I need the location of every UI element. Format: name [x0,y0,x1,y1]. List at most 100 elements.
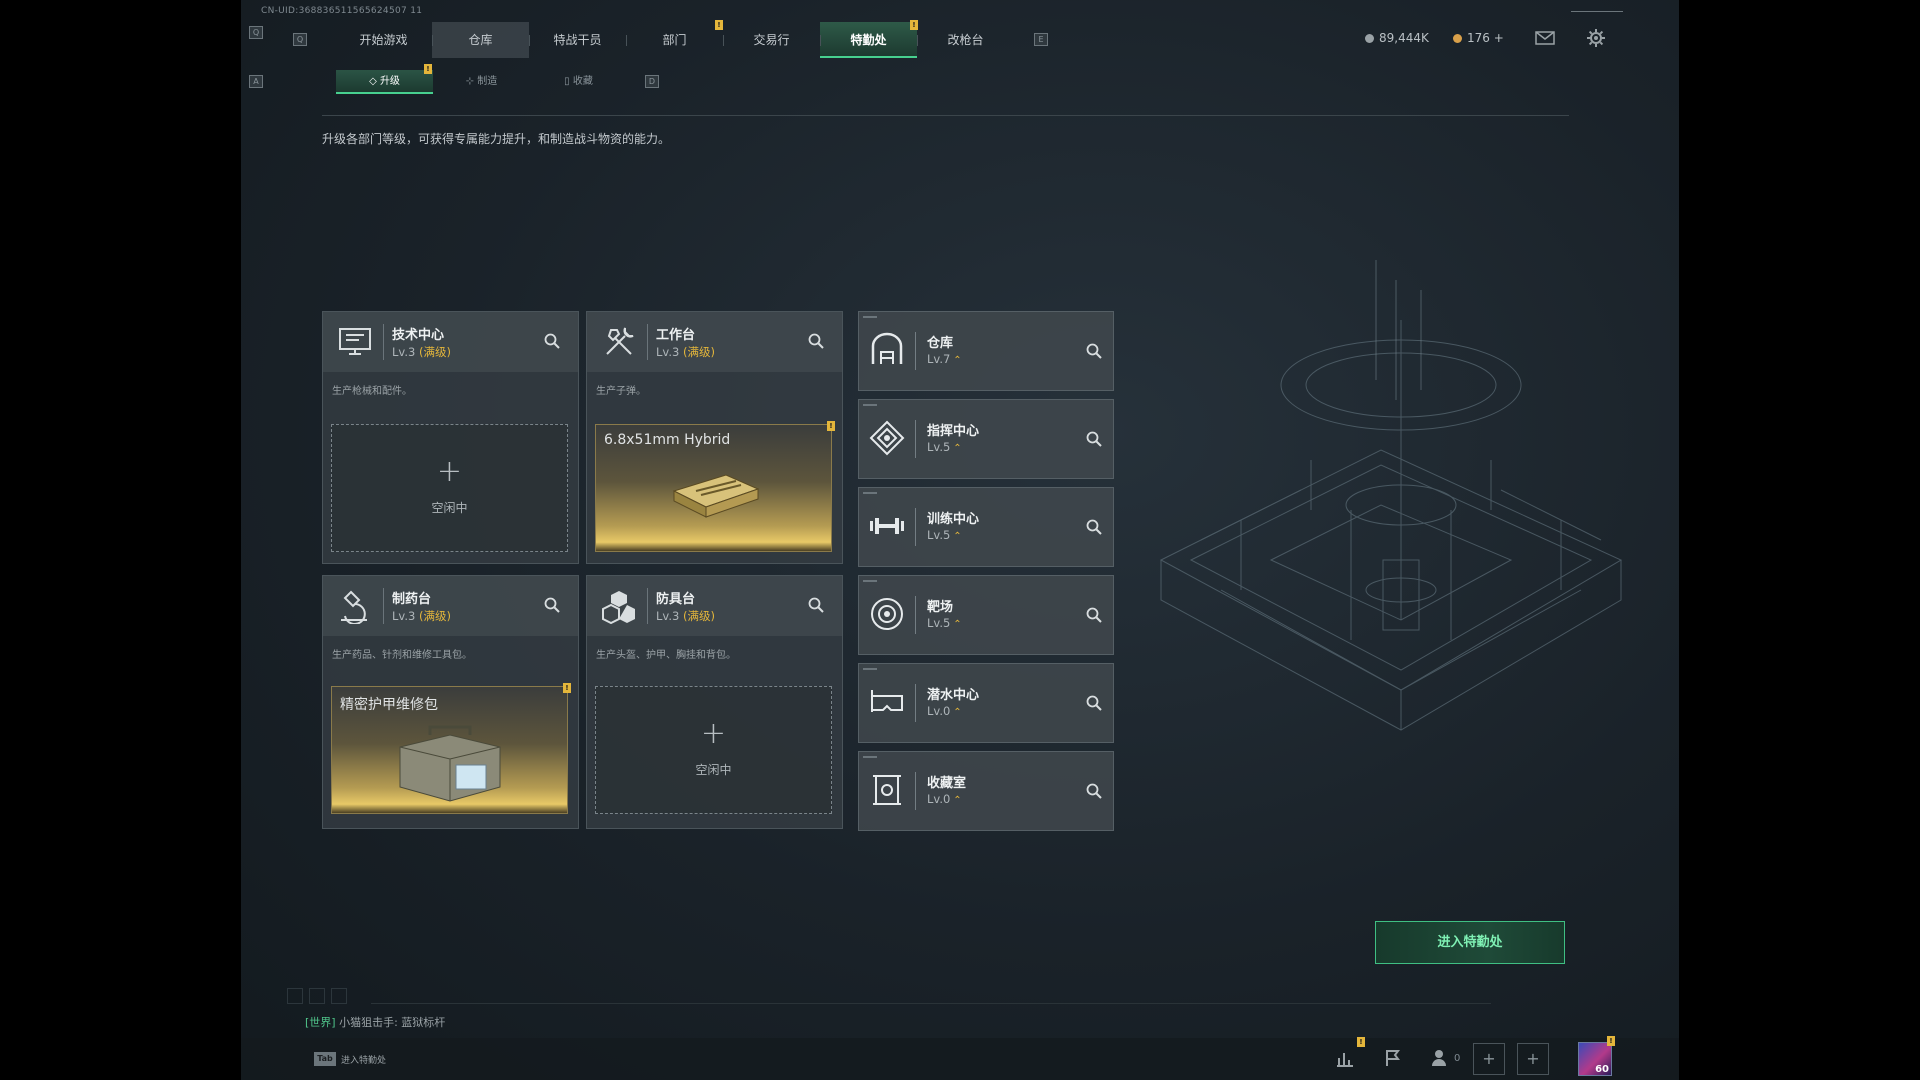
facility-row-warehouse[interactable]: 仓库 Lv.7 ⌃ [858,311,1114,391]
corner-square [331,988,347,1004]
search-icon[interactable] [1085,782,1103,800]
search-icon[interactable] [807,596,825,614]
search-icon[interactable] [1085,518,1103,536]
search-icon[interactable] [543,332,561,350]
corner-tick [863,756,877,758]
subtab-upgrade[interactable]: ◇ 升级 [336,70,433,94]
diving-mask-icon [871,690,903,712]
production-slot-empty[interactable]: + 空闲中 [595,686,832,814]
nav-prev-key[interactable]: Q [249,26,263,39]
friends-icon[interactable] [1431,1048,1451,1068]
enter-special-ops-button[interactable]: 进入特勤处 [1375,921,1565,964]
search-icon[interactable] [1085,342,1103,360]
slot-status: 空闲中 [431,501,468,515]
item-alert-badge: ! [827,421,835,431]
settings-gear-icon[interactable] [1587,29,1605,47]
facility-card-armor-bench[interactable]: 防具台 Lv.3 (满级) 生产头盔、护甲、胸挂和背包。 + 空闲中 [586,575,843,829]
production-slot-item[interactable]: 6.8x51mm Hybrid ! [595,421,835,552]
target-icon [871,598,903,630]
facility-name: 制药台 [392,592,432,607]
add-production-icon: + [700,716,727,751]
item-name: 6.8x51mm Hybrid [604,432,731,448]
tab-key-hint: 进入特勤处 [341,1056,387,1066]
currency-secondary[interactable]: 176 + [1453,31,1504,45]
subnav-prev-key[interactable]: A [249,75,263,88]
facility-level: Lv.3 (满级) [392,344,451,360]
add-production-icon: + [436,454,463,489]
content-divider [322,115,1569,116]
corner-tick [863,316,877,318]
top-right-bar [1571,11,1623,12]
currency-secondary-value: 176 + [1467,31,1504,45]
search-icon[interactable] [1085,430,1103,448]
facility-row-collection-room[interactable]: 收藏室 Lv.0 ⌃ [858,751,1114,831]
facility-name: 训练中心 [927,512,980,527]
facility-row-diving-center[interactable]: 潜水中心 Lv.0 ⌃ [858,663,1114,743]
tab-start-game[interactable]: 开始游戏 [335,22,432,58]
facility-description: 生产枪械和配件。 [332,386,412,397]
tab-key[interactable]: Tab [314,1052,336,1066]
department-alert-badge: ! [715,20,723,30]
upgrade-alert-badge: ! [424,64,432,74]
facility-card-tech-center[interactable]: 技术中心 Lv.3 (满级) 生产枪械和配件。 + 空闲中 [322,311,579,564]
hammer-wrench-icon [606,327,634,355]
level-value: Lv.0 [927,792,951,806]
app-frame: CN-UID:368836511565624507 11 Q Q 开始游戏 仓库… [241,0,1679,1080]
tab-operators[interactable]: 特战干员 [529,22,626,58]
player-avatar[interactable]: 60 [1578,1042,1612,1076]
special-ops-alert-badge: ! [910,20,918,30]
production-slot-empty[interactable]: + 空闲中 [331,424,568,552]
add-slot-button[interactable]: + [1517,1043,1549,1075]
tab-gunsmith[interactable]: 改枪台 [917,22,1014,58]
facility-description: 生产子弹。 [596,386,646,397]
level-value: Lv.5 [927,528,951,542]
add-slot-button[interactable]: + [1473,1043,1505,1075]
tab-trading[interactable]: 交易行 [723,22,820,58]
corner-tick [863,668,877,670]
facility-name: 工作台 [656,328,696,343]
level-value: Lv.3 [656,345,680,359]
chat-channel: [世界] [305,1016,336,1029]
tab-special-ops[interactable]: 特勤处 [820,22,917,58]
header-divider [647,588,648,624]
search-icon[interactable] [807,332,825,350]
facility-row-shooting-range[interactable]: 靶场 Lv.5 ⌃ [858,575,1114,655]
warehouse-icon [871,332,903,364]
flag-icon[interactable] [1383,1048,1403,1068]
production-slot-item[interactable]: 精密护甲维修包 ! [331,683,571,814]
stats-chart-icon[interactable] [1335,1048,1355,1068]
nav-left-hint[interactable]: Q [293,33,307,46]
header-divider [915,596,916,634]
subtab-craft[interactable]: ⊹ 制造 [433,70,530,94]
max-level-tag: (满级) [682,609,715,623]
tab-warehouse[interactable]: 仓库 [432,22,529,58]
subnav-next-key[interactable]: D [645,75,659,88]
facility-level: Lv.7 ⌃ [927,352,962,366]
search-icon[interactable] [543,596,561,614]
facility-name: 潜水中心 [927,688,980,703]
facility-row-command-center[interactable]: 指挥中心 Lv.5 ⌃ [858,399,1114,479]
upgrade-arrow-icon: ⌃ [953,795,962,806]
player-uid: CN-UID:368836511565624507 11 [261,6,423,16]
collection-icon [873,775,901,805]
level-value: Lv.3 [392,345,416,359]
chat-message: 小猫狙击手: 蓝狱标杆 [339,1016,446,1029]
facility-description: 生产头盔、护甲、胸挂和背包。 [596,650,736,661]
header-divider [915,420,916,458]
world-chat[interactable]: [世界] 小猫狙击手: 蓝狱标杆 [305,1014,445,1030]
search-icon[interactable] [1085,694,1103,712]
search-icon[interactable] [1085,606,1103,624]
armor-cubes-icon [602,591,635,624]
facility-level: Lv.5 ⌃ [927,440,962,454]
mail-icon[interactable] [1535,31,1555,45]
facility-card-workbench[interactable]: 工作台 Lv.3 (满级) 生产子弹。 6.8x51mm Hybrid ! [586,311,843,564]
facility-level: Lv.5 ⌃ [927,528,962,542]
facility-card-pharmacy[interactable]: 制药台 Lv.3 (满级) 生产药品、针剂和维修工具包。 精密护甲维修包 ! [322,575,579,829]
facility-row-training-center[interactable]: 训练中心 Lv.5 ⌃ [858,487,1114,567]
nav-next-key[interactable]: E [1034,33,1048,46]
upgrade-arrow-icon: ⌃ [953,619,962,630]
upgrade-arrow-icon: ⌃ [953,707,962,718]
subtab-collection[interactable]: ▯ 收藏 [530,70,627,94]
tab-department[interactable]: 部门 [626,22,723,58]
currency-primary: 89,444K [1365,31,1429,45]
